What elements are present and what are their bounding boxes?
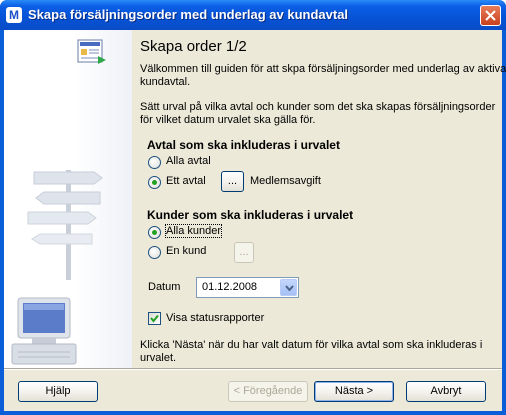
signpost-illustration: [27, 170, 103, 280]
date-dropdown-button[interactable]: [280, 279, 297, 296]
radio-all-agreements-label[interactable]: Alla avtal: [166, 155, 211, 167]
title-bar[interactable]: M Skapa försäljningsorder med underlag a…: [0, 0, 506, 30]
radio-one-agreement[interactable]: [148, 176, 161, 189]
radio-one-customer[interactable]: [148, 246, 161, 259]
radio-one-customer-label[interactable]: En kund: [166, 245, 206, 257]
previous-button[interactable]: < Föregående: [228, 381, 308, 402]
chevron-down-icon: [285, 285, 294, 291]
close-icon: [485, 10, 496, 21]
show-status-checkbox[interactable]: [148, 312, 161, 325]
dialog-client: Skapa order 1/2 Välkommen till guiden fö…: [4, 30, 506, 411]
dialog-window: M Skapa försäljningsorder med underlag a…: [0, 0, 506, 415]
page-title: Skapa order 1/2: [140, 38, 247, 55]
hint-text-1: Klicka 'Nästa' när du har valt datum för…: [140, 339, 483, 351]
intro-text-2: kundavtal.: [140, 76, 191, 88]
browse-customer-button[interactable]: ...: [234, 242, 254, 263]
document-icon: [77, 39, 106, 64]
checkmark-icon: [150, 314, 159, 323]
footer-divider: [4, 368, 502, 370]
intro-text-1: Välkommen till guiden för att skpa försä…: [140, 63, 506, 75]
date-label: Datum: [148, 281, 181, 293]
next-button[interactable]: Nästa >: [314, 381, 394, 402]
browse-agreement-button[interactable]: ...: [221, 171, 244, 192]
intro-text-3: Sätt urval på vilka avtal och kunder som…: [140, 101, 496, 113]
wizard-side-panel: [4, 30, 132, 368]
date-picker[interactable]: 01.12.2008: [196, 277, 299, 298]
date-value: 01.12.2008: [202, 281, 258, 293]
selected-agreement-value: Medlemsavgift: [250, 175, 321, 187]
radio-one-agreement-label[interactable]: Ett avtal: [166, 175, 206, 187]
computer-illustration: [11, 297, 77, 365]
customers-heading: Kunder som ska inkluderas i urvalet: [147, 208, 354, 222]
radio-all-agreements[interactable]: [148, 156, 161, 169]
radio-all-customers-label[interactable]: Alla kunder: [164, 224, 223, 238]
window-title: Skapa försäljningsorder med underlag av …: [28, 7, 349, 22]
agreements-heading: Avtal som ska inkluderas i urvalet: [147, 138, 340, 152]
cancel-button[interactable]: Avbryt: [406, 381, 486, 402]
hint-text-2: urvalet.: [140, 352, 177, 364]
intro-text-4: för vilket datum urvalet ska gälla för.: [140, 114, 316, 126]
help-button[interactable]: Hjälp: [18, 381, 98, 402]
show-status-label[interactable]: Visa statusrapporter: [166, 312, 264, 324]
close-button[interactable]: [480, 5, 501, 26]
radio-all-customers[interactable]: [148, 226, 161, 239]
app-icon: M: [6, 7, 22, 23]
wizard-main-panel: Skapa order 1/2 Välkommen till guiden fö…: [132, 30, 506, 368]
